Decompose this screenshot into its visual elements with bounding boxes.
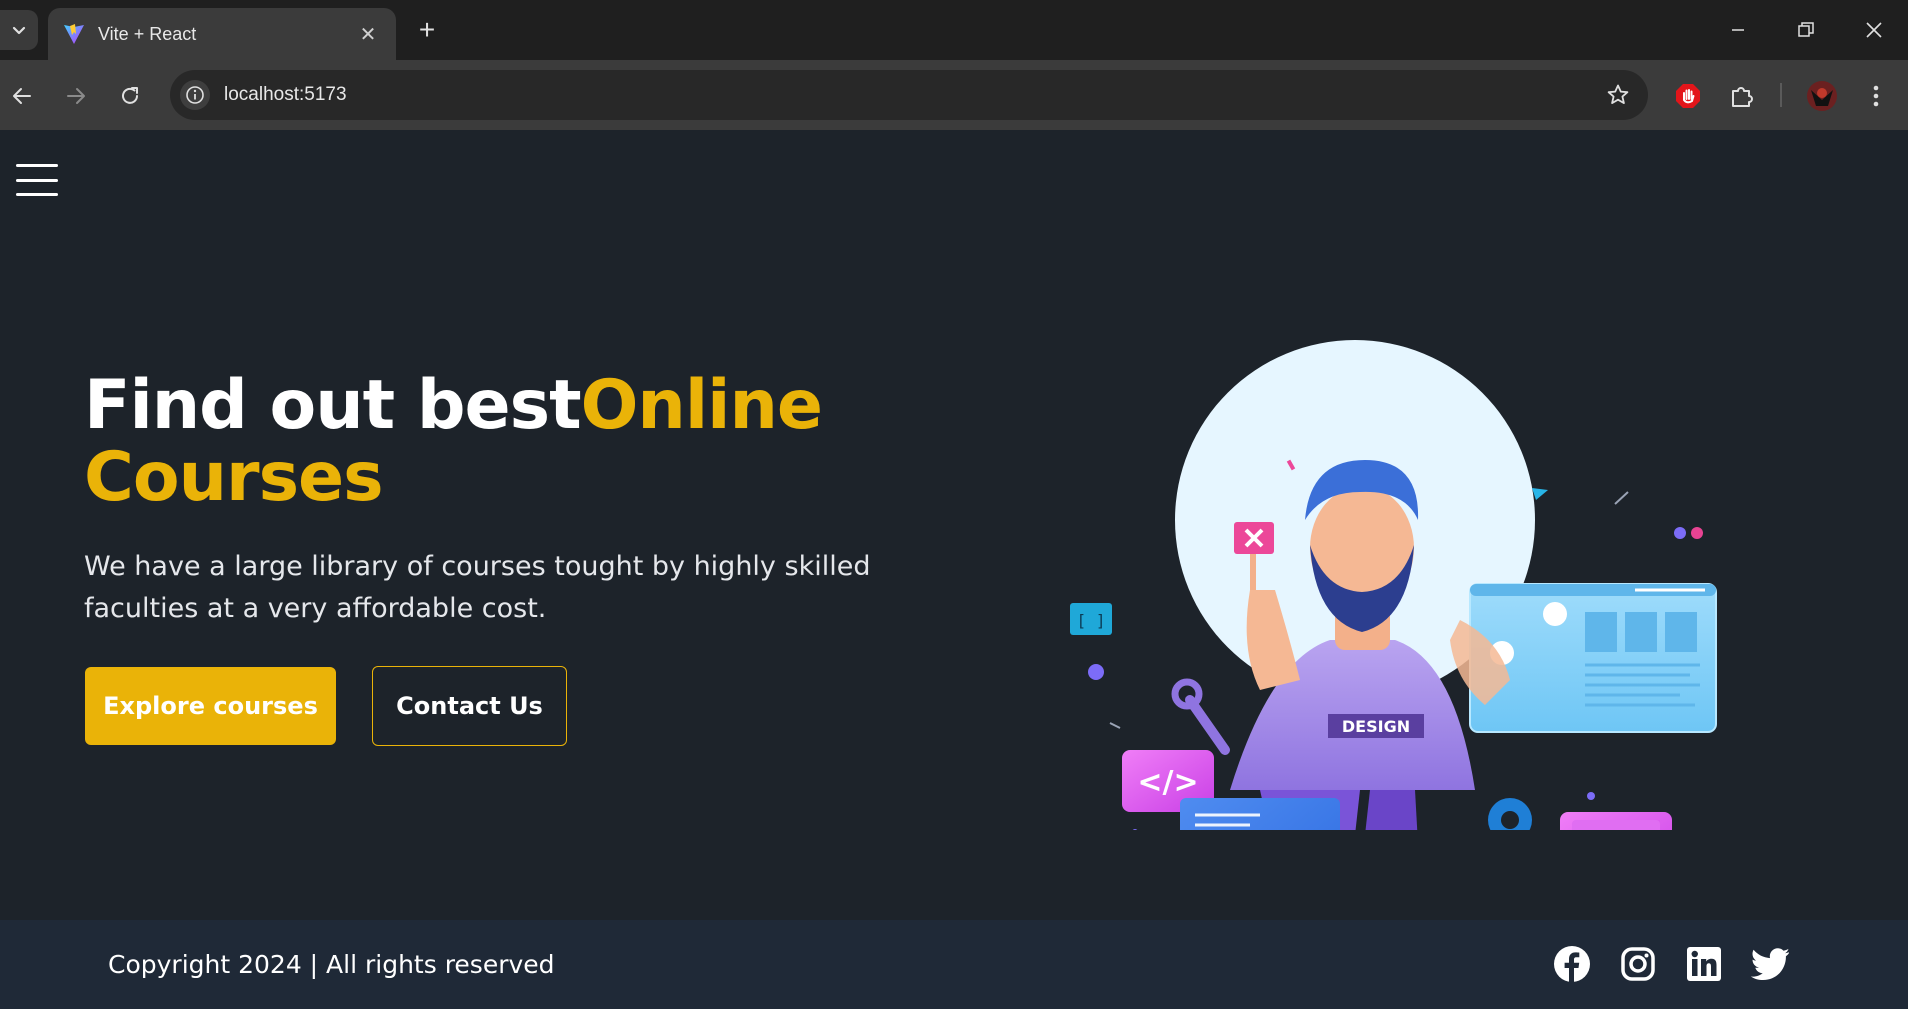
new-tab-button[interactable]: + (410, 14, 444, 48)
forward-button[interactable] (58, 78, 94, 114)
minimize-icon (1732, 29, 1744, 31)
page-content: Find out bestOnline Courses We have a la… (0, 130, 1908, 1009)
hamburger-menu-icon[interactable] (16, 164, 58, 196)
address-bar[interactable]: localhost:5173 (170, 70, 1648, 120)
restore-icon (1798, 22, 1814, 37)
instagram-link[interactable] (1618, 944, 1658, 984)
close-window-button[interactable] (1850, 12, 1898, 48)
more-vertical-icon (1873, 85, 1879, 107)
hero-description: We have a large library of courses tough… (84, 551, 871, 624)
facebook-icon (1554, 946, 1590, 982)
hero-title: Find out bestOnline Courses (84, 370, 984, 514)
footer: Copyright 2024 | All rights reserved (0, 920, 1908, 1009)
reload-button[interactable] (112, 78, 148, 114)
twitter-icon (1751, 948, 1789, 980)
toolbar-separator (1780, 83, 1782, 107)
linkedin-link[interactable] (1684, 944, 1724, 984)
illustration-badge-text: DESIGN (1342, 717, 1410, 736)
contact-us-button[interactable]: Contact Us (372, 666, 567, 746)
adblock-extension-button[interactable] (1670, 78, 1706, 114)
tab-title: Vite + React (98, 23, 197, 44)
tab-close-button[interactable]: ✕ (356, 22, 380, 47)
chevron-down-icon (12, 26, 26, 35)
instagram-icon (1621, 947, 1655, 981)
explore-courses-button[interactable]: Explore courses (85, 667, 336, 745)
url-text: localhost:5173 (224, 84, 347, 105)
avatar-icon (1807, 81, 1837, 111)
browser-tabstrip: Vite + React ✕ + (0, 0, 1908, 60)
hero-illustration: [ ] DESIGN </> (1070, 340, 1717, 830)
site-info-icon[interactable] (180, 80, 210, 110)
svg-text:[ ]: [ ] (1077, 611, 1106, 630)
close-icon (1866, 22, 1882, 38)
vite-logo-icon (64, 24, 84, 44)
restore-button[interactable] (1782, 12, 1830, 48)
minimize-button[interactable] (1714, 12, 1762, 48)
puzzle-icon (1732, 87, 1753, 107)
arrow-right-icon (67, 88, 85, 104)
illustration-code-tag: </> (1137, 765, 1198, 800)
tab-search-button[interactable] (0, 10, 38, 50)
facebook-link[interactable] (1552, 944, 1592, 984)
reload-icon (122, 87, 138, 104)
browser-menu-button[interactable] (1858, 78, 1894, 114)
profile-avatar-button[interactable] (1804, 78, 1840, 114)
browser-tab[interactable]: Vite + React ✕ (48, 8, 396, 60)
arrow-left-icon (13, 88, 31, 104)
back-button[interactable] (4, 78, 40, 114)
browser-toolbar: localhost:5173 (0, 60, 1908, 130)
adblock-hand-icon (1676, 84, 1700, 108)
hero-title-plain: Find out best (84, 366, 582, 445)
bookmark-star-icon[interactable] (1606, 83, 1630, 107)
copyright-text: Copyright 2024 | All rights reserved (108, 950, 555, 979)
extensions-button[interactable] (1724, 78, 1760, 114)
linkedin-icon (1687, 947, 1721, 981)
twitter-link[interactable] (1750, 944, 1790, 984)
